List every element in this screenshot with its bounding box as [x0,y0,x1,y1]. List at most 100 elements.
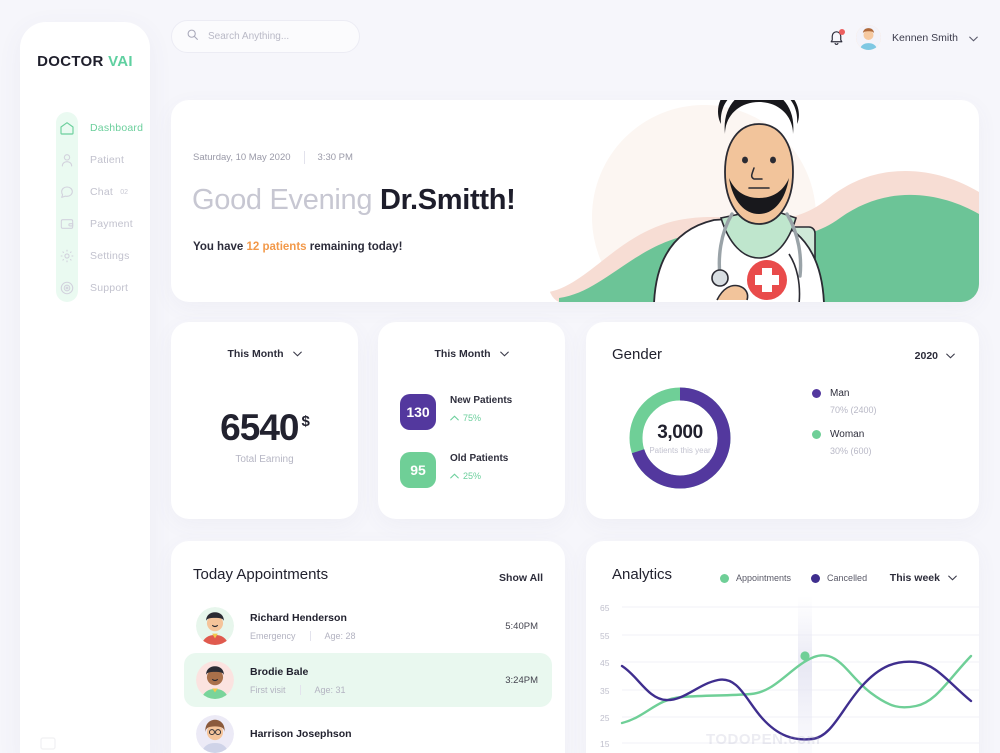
trend-up-icon [450,471,459,481]
analytics-card: Analytics Appointments Cancelled This we… [586,541,979,753]
search-bar[interactable]: Search Anything... [171,20,360,53]
sidebar-item-label: Dashboard [90,122,144,134]
analytics-chart: 65 55 45 35 25 15 TODOPEN.com [586,596,979,753]
user-name-label[interactable]: Kennen Smith [892,32,958,44]
sidebar-item-dashboard[interactable]: Dashboard [20,112,150,144]
patients-range-dropdown[interactable]: This Month [378,348,565,360]
appointments-list: Richard Henderson Emergency Age: 28 5:40… [184,599,552,753]
bell-icon[interactable] [828,28,846,47]
legend-label-man: Man [830,388,850,399]
legend-percent-woman: 30% [830,446,849,456]
sidebar-item-patient[interactable]: Patient [20,144,150,176]
appointment-meta: First visit Age: 31 [250,684,346,695]
chat-bubble-icon [56,181,78,203]
legend-count-man: (2400) [850,405,877,415]
sidebar-footer-icon [40,736,70,753]
greeting-sub-suffix: remaining today! [306,241,403,253]
gear-icon [56,245,78,267]
y-tick-label: 35 [600,686,610,696]
legend-dot-cancelled [811,573,821,583]
gender-total-value: 3,000 [657,421,703,443]
legend-dot-appointments [720,573,729,583]
chevron-down-icon [292,348,302,360]
new-patients-label: New Patients [450,395,513,406]
new-patients-delta: 75% [450,413,512,423]
earning-range-dropdown[interactable]: This Month [171,348,358,360]
page-title: Good Evening Dr.Smitth! [192,184,516,217]
chevron-down-icon[interactable] [969,29,978,47]
gender-title: Gender [612,346,663,363]
table-row[interactable]: Richard Henderson Emergency Age: 28 5:40… [184,599,552,653]
appointment-info: Harrison Josephson [250,728,352,740]
legend-label-woman: Woman [830,429,865,440]
legend-value-man: 70% (2400) [830,405,877,415]
user-icon [56,149,78,171]
patient-stat-row: 95 Old Patients 25% [400,452,565,488]
earning-currency: $ [301,413,309,430]
sidebar-item-label: Patient [90,154,125,166]
lifebuoy-icon [56,277,78,299]
patients-range-label: This Month [434,348,491,360]
patient-age: Age: 28 [324,630,356,641]
legend-label-cancelled: Cancelled [827,573,868,583]
appointment-time: 3:24PM [505,674,538,686]
legend-item-appointments: Appointments [720,573,791,583]
avatar [196,607,234,645]
visit-type: First visit [250,684,286,695]
sidebar-item-payment[interactable]: Payment [20,208,150,240]
sidebar-item-label: Chat [90,186,113,198]
analytics-title: Analytics [612,566,673,583]
legend-label-appointments: Appointments [736,573,792,583]
patient-name: Harrison Josephson [250,728,352,740]
patient-age: Age: 31 [314,684,346,695]
sidebar-item-label: Support [90,282,129,294]
y-tick-label: 65 [600,603,610,613]
chat-unread-badge: 02 [120,188,128,196]
y-tick-label: 15 [600,739,610,749]
logo-accent: VAI [108,53,133,70]
greeting-salutation: Good Evening [192,184,380,216]
appointment-meta: Emergency Age: 28 [250,630,356,641]
greeting-doctor-name: Dr.Smitth! [379,184,516,216]
sidebar-item-chat[interactable]: Chat 02 [20,176,150,208]
meta-divider [299,684,301,695]
old-patients-badge: 95 [400,452,436,488]
legend-item-woman: Woman 30% (600) [812,429,877,456]
sidebar-item-settings[interactable]: Settings [20,240,150,272]
gender-total-caption: Patients this year [649,445,711,455]
show-all-button[interactable]: Show All [499,572,543,584]
home-icon [56,117,78,139]
appointments-title: Today Appointments [193,566,329,583]
notification-badge [839,29,846,35]
legend-item-man: Man 70% (2400) [812,388,877,415]
greeting-time: 3:30 PM [317,152,353,163]
legend-dot-woman [812,430,821,439]
new-patients-badge: 130 [400,394,436,430]
sidebar: DOCTOR VAI Dashboard Patient Chat 02 Pay… [20,22,150,753]
gender-card: Gender 2020 3,000 Patients this year Man… [586,322,979,519]
sidebar-item-support[interactable]: Support [20,272,150,304]
patient-name: Brodie Bale [250,665,309,678]
total-earning-card: This Month 6540 $ Total Earning [171,322,358,519]
analytics-range-dropdown[interactable]: This week [890,572,957,584]
donut-center-label: 3,000 Patients this year [626,384,734,492]
chevron-down-icon [948,572,957,584]
greeting-sub-prefix: You have [193,241,247,253]
greeting-date: Saturday, 10 May 2020 [193,152,291,163]
new-patients-info: New Patients 75% [450,394,512,423]
greeting-meta: Saturday, 10 May 2020 3:30 PM [193,151,353,164]
sidebar-item-label: Payment [90,218,133,230]
gender-year-dropdown[interactable]: 2020 [915,350,955,362]
chevron-down-icon [499,348,509,360]
app-logo: DOCTOR VAI [20,53,150,70]
logo-dark: DOCTOR [37,53,104,70]
table-row[interactable]: Harrison Josephson [184,707,552,753]
y-tick-label: 55 [600,631,610,641]
analytics-plot-area [620,596,979,753]
table-row[interactable]: Brodie Bale First visit Age: 31 3:24PM [184,653,552,707]
chevron-down-icon [946,350,955,362]
search-input[interactable]: Search Anything... [208,31,289,42]
new-patients-delta-value: 75% [463,413,482,423]
avatar[interactable] [856,25,882,50]
sidebar-item-label: Settings [90,250,130,262]
